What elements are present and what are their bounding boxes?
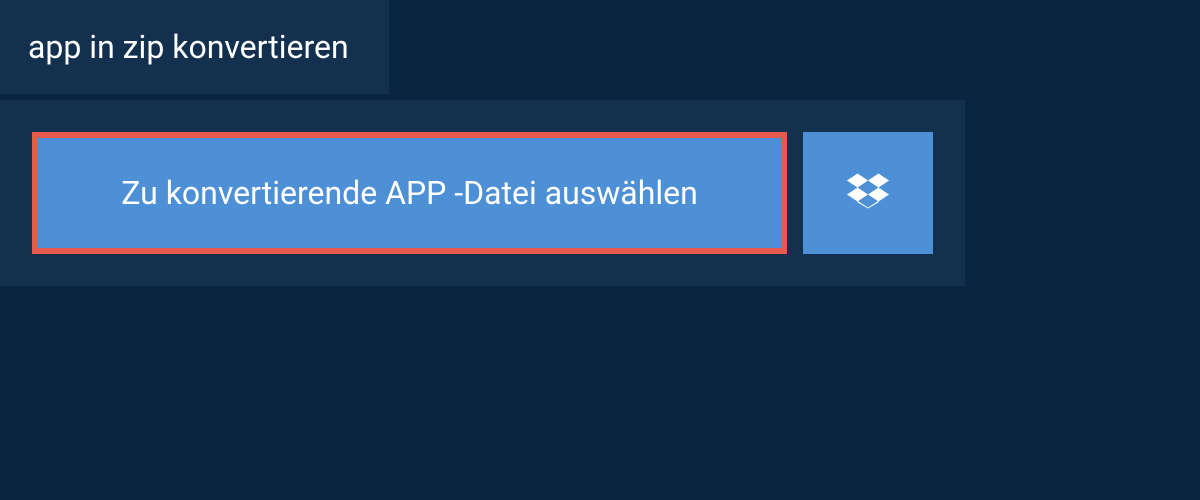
select-file-button-label: Zu konvertierende APP -Datei auswählen bbox=[121, 174, 698, 212]
tab-label: app in zip konvertieren bbox=[28, 28, 349, 66]
upload-panel: Zu konvertierende APP -Datei auswählen bbox=[0, 100, 965, 286]
tab-app-to-zip[interactable]: app in zip konvertieren bbox=[0, 0, 389, 94]
dropbox-button[interactable] bbox=[803, 132, 933, 254]
select-file-button[interactable]: Zu konvertierende APP -Datei auswählen bbox=[32, 132, 787, 254]
tab-container: app in zip konvertieren bbox=[0, 0, 389, 94]
dropbox-icon bbox=[847, 170, 889, 216]
